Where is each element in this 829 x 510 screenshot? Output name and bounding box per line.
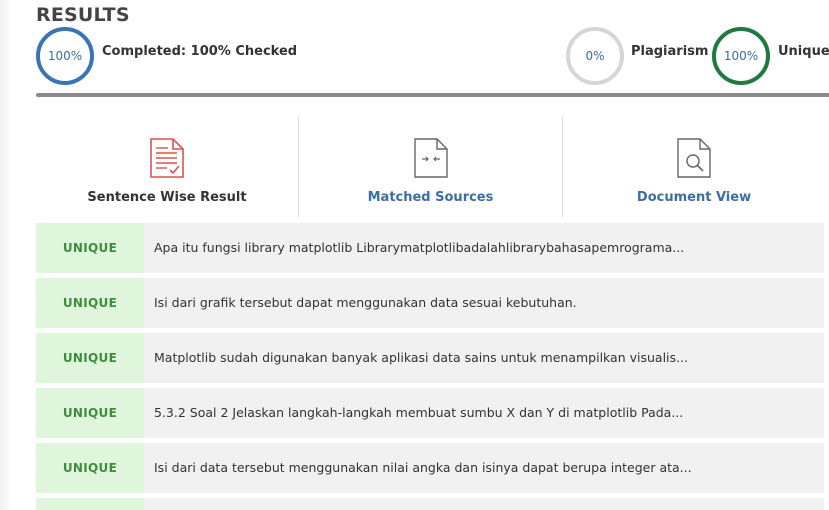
unique-percent: 100% xyxy=(723,49,759,63)
list-item[interactable]: UNIQUE 5.3.2 Soal 2 Jelaskan langkah-lan… xyxy=(36,388,824,438)
status-badge: UNIQUE xyxy=(36,278,144,328)
tab-sentence-wise-result[interactable]: Sentence Wise Result xyxy=(36,117,298,217)
sentence-text: Matplotlib sudah digunakan banyak aplika… xyxy=(154,350,688,365)
compare-document-icon xyxy=(413,138,448,178)
status-badge xyxy=(36,498,144,510)
plagiarism-percent: 0% xyxy=(585,49,605,63)
completed-circle: 100% xyxy=(36,27,94,85)
tab-document-view[interactable]: Document View xyxy=(563,117,825,217)
unique-label: Unique xyxy=(778,44,829,59)
tab-sentence-wise-result-label: Sentence Wise Result xyxy=(87,190,247,205)
list-item[interactable] xyxy=(36,498,824,510)
plagiarism-circle: 0% xyxy=(566,27,624,85)
progress-divider xyxy=(36,93,829,97)
sentence-text: Isi dari data tersebut menggunakan nilai… xyxy=(154,460,692,475)
page-title: RESULTS xyxy=(36,4,130,26)
document-check-icon xyxy=(150,138,184,178)
status-badge: UNIQUE xyxy=(36,333,144,383)
list-item[interactable]: UNIQUE Isi dari data tersebut menggunaka… xyxy=(36,443,824,493)
result-tabs: Sentence Wise Result Matched Sources Doc… xyxy=(36,117,829,217)
status-badge: UNIQUE xyxy=(36,223,144,273)
results-page: RESULTS 100% Completed: 100% Checked 0% … xyxy=(0,0,829,510)
list-item[interactable]: UNIQUE Matplotlib sudah digunakan banyak… xyxy=(36,333,824,383)
tab-document-view-label: Document View xyxy=(636,190,752,205)
status-badge: UNIQUE xyxy=(36,443,144,493)
unique-circle: 100% xyxy=(712,27,770,85)
sentence-text: Isi dari grafik tersebut dapat menggunak… xyxy=(154,295,577,310)
tab-matched-sources[interactable]: Matched Sources xyxy=(299,117,562,217)
document-search-icon xyxy=(677,138,711,178)
sentence-text: Apa itu fungsi library matplotlib Librar… xyxy=(154,240,685,255)
list-item[interactable]: UNIQUE Apa itu fungsi library matplotlib… xyxy=(36,223,824,273)
tab-matched-sources-label: Matched Sources xyxy=(367,190,494,205)
plagiarism-label: Plagiarism xyxy=(631,44,709,59)
status-badge: UNIQUE xyxy=(36,388,144,438)
completed-label: Completed: 100% Checked xyxy=(102,44,298,59)
list-item[interactable]: UNIQUE Isi dari grafik tersebut dapat me… xyxy=(36,278,824,328)
sentence-text: 5.3.2 Soal 2 Jelaskan langkah-langkah me… xyxy=(154,405,684,420)
completed-percent: 100% xyxy=(47,49,83,63)
sentence-result-list: UNIQUE Apa itu fungsi library matplotlib… xyxy=(36,223,829,510)
left-edge-shadow xyxy=(0,0,12,510)
